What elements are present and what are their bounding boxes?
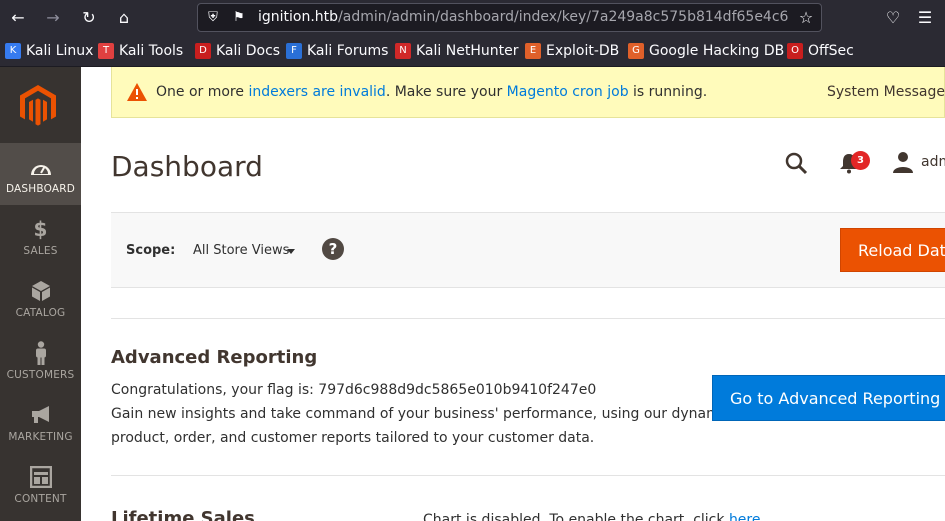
megaphone-icon xyxy=(0,403,81,427)
box-icon xyxy=(0,279,81,303)
page-title: Dashboard xyxy=(111,150,263,183)
user-name[interactable]: admin xyxy=(921,154,945,170)
message-suffix: is running. xyxy=(628,84,708,100)
kali-dragon-icon: K xyxy=(5,43,21,59)
sidebar-item-customers[interactable]: CUSTOMERS xyxy=(0,329,81,391)
sidebar-item-label: CATALOG xyxy=(15,307,66,319)
sidebar-item-label: MARKETING xyxy=(8,431,73,443)
lifetime-sales-title: Lifetime Sales xyxy=(111,508,255,521)
enable-chart-link[interactable]: here xyxy=(729,512,761,521)
bookmark-star-icon[interactable]: ☆ xyxy=(798,10,814,26)
chart-disabled-note: Chart is disabled. To enable the chart, … xyxy=(423,512,761,521)
sidebar-item-content[interactable]: CONTENT xyxy=(0,453,81,515)
message-middle: . Make sure your xyxy=(385,84,507,100)
pocket-icon[interactable]: ♡ xyxy=(882,7,904,29)
chart-note-text: Chart is disabled. To enable the chart, … xyxy=(423,512,729,521)
back-icon[interactable]: ← xyxy=(7,7,29,29)
url-text[interactable]: ignition.htb/admin/admin/dashboard/index… xyxy=(258,9,788,25)
person-icon xyxy=(0,341,81,365)
scope-label: Scope: xyxy=(126,243,176,258)
system-message-text: One or more indexers are invalid. Make s… xyxy=(156,84,707,100)
lock-warning-icon[interactable]: ⚑ xyxy=(231,10,247,26)
sidebar-item-label: CONTENT xyxy=(14,493,67,505)
bookmark-label: Exploit-DB xyxy=(546,43,620,59)
bookmark-label: OffSec xyxy=(808,43,854,59)
bookmarks-toolbar: K Kali Linux T Kali Tools D Kali Docs F … xyxy=(0,36,945,67)
reload-data-button[interactable]: Reload Data xyxy=(840,228,945,272)
admin-sidebar: DASHBOARD $ SALES CATALOG CUSTOMERS MARK… xyxy=(0,67,81,521)
go-to-advanced-reporting-button[interactable]: Go to Advanced Reporting xyxy=(712,375,945,421)
sidebar-item-label: SALES xyxy=(23,245,58,257)
nethunter-icon: N xyxy=(395,43,411,59)
divider xyxy=(111,475,945,476)
bookmark-label: Kali Linux xyxy=(26,43,94,59)
cron-job-link[interactable]: Magento cron job xyxy=(507,84,629,100)
bookmark-label: Kali NetHunter xyxy=(416,43,519,59)
system-messages-link[interactable]: System Messages xyxy=(827,84,945,100)
offsec-icon: O xyxy=(787,43,803,59)
system-message-bar: One or more indexers are invalid. Make s… xyxy=(111,67,945,118)
sidebar-item-marketing[interactable]: MARKETING xyxy=(0,391,81,453)
kali-tools-icon: T xyxy=(98,43,114,59)
bookmark-offsec[interactable]: O OffSec xyxy=(787,43,854,59)
scope-bar: Scope: All Store Views ? Reload Data xyxy=(111,212,945,288)
sidebar-item-dashboard[interactable]: DASHBOARD xyxy=(0,143,81,205)
menu-icon[interactable]: ☰ xyxy=(914,7,936,29)
speedometer-icon xyxy=(0,155,81,179)
url-path: /admin/admin/dashboard/index/key/7a249a8… xyxy=(338,9,788,25)
warning-icon xyxy=(127,83,147,101)
chevron-down-icon[interactable] xyxy=(287,249,295,254)
home-icon[interactable]: ⌂ xyxy=(113,7,135,29)
main-content: One or more indexers are invalid. Make s… xyxy=(81,67,945,521)
bookmark-label: Google Hacking DB xyxy=(649,43,785,59)
user-icon[interactable] xyxy=(892,151,914,173)
bookmark-kali-forums[interactable]: F Kali Forums xyxy=(286,43,388,59)
bookmark-exploit-db[interactable]: E Exploit-DB xyxy=(525,43,619,59)
magento-logo-icon[interactable] xyxy=(20,85,56,127)
bookmark-kali-docs[interactable]: D Kali Docs xyxy=(195,43,280,59)
kali-docs-icon: D xyxy=(195,43,211,59)
dollar-icon: $ xyxy=(33,217,48,241)
advanced-reporting-title: Advanced Reporting xyxy=(111,347,318,368)
layout-icon xyxy=(0,465,81,489)
bookmark-label: Kali Tools xyxy=(119,43,184,59)
message-prefix: One or more xyxy=(156,84,249,100)
flag-text: Congratulations, your flag is: 797d6c988… xyxy=(111,382,597,398)
sidebar-item-sales[interactable]: $ SALES xyxy=(0,205,81,267)
divider xyxy=(111,318,945,319)
browser-toolbar: ← → ↻ ⌂ ⛨ ⚑ ignition.htb/admin/admin/das… xyxy=(0,0,945,36)
exploit-db-icon: E xyxy=(525,43,541,59)
ghdb-icon: G xyxy=(628,43,644,59)
reload-icon[interactable]: ↻ xyxy=(78,7,100,29)
bookmark-label: Kali Forums xyxy=(307,43,389,59)
advanced-reporting-description: Gain new insights and take command of yo… xyxy=(111,406,732,422)
help-icon[interactable]: ? xyxy=(322,238,344,260)
search-icon[interactable] xyxy=(784,151,808,175)
notification-count-badge[interactable]: 3 xyxy=(851,151,870,170)
kali-forums-icon: F xyxy=(286,43,302,59)
sidebar-item-label: DASHBOARD xyxy=(5,183,76,195)
bookmark-kali-nethunter[interactable]: N Kali NetHunter xyxy=(395,43,518,59)
bookmark-kali-tools[interactable]: T Kali Tools xyxy=(98,43,183,59)
bookmark-kali-linux[interactable]: K Kali Linux xyxy=(5,43,93,59)
sidebar-item-catalog[interactable]: CATALOG xyxy=(0,267,81,329)
shield-icon[interactable]: ⛨ xyxy=(205,10,221,26)
sidebar-item-label: CUSTOMERS xyxy=(6,369,75,381)
indexers-link[interactable]: indexers are invalid xyxy=(248,84,385,100)
bookmark-google-hacking-db[interactable]: G Google Hacking DB xyxy=(628,43,784,59)
forward-icon[interactable]: → xyxy=(42,7,64,29)
scope-select[interactable]: All Store Views xyxy=(193,243,289,258)
url-host: ignition.htb xyxy=(258,9,339,25)
advanced-reporting-description-2: product, order, and customer reports tai… xyxy=(111,430,595,446)
bookmark-label: Kali Docs xyxy=(216,43,281,59)
address-bar[interactable]: ⛨ ⚑ ignition.htb/admin/admin/dashboard/i… xyxy=(197,3,822,32)
